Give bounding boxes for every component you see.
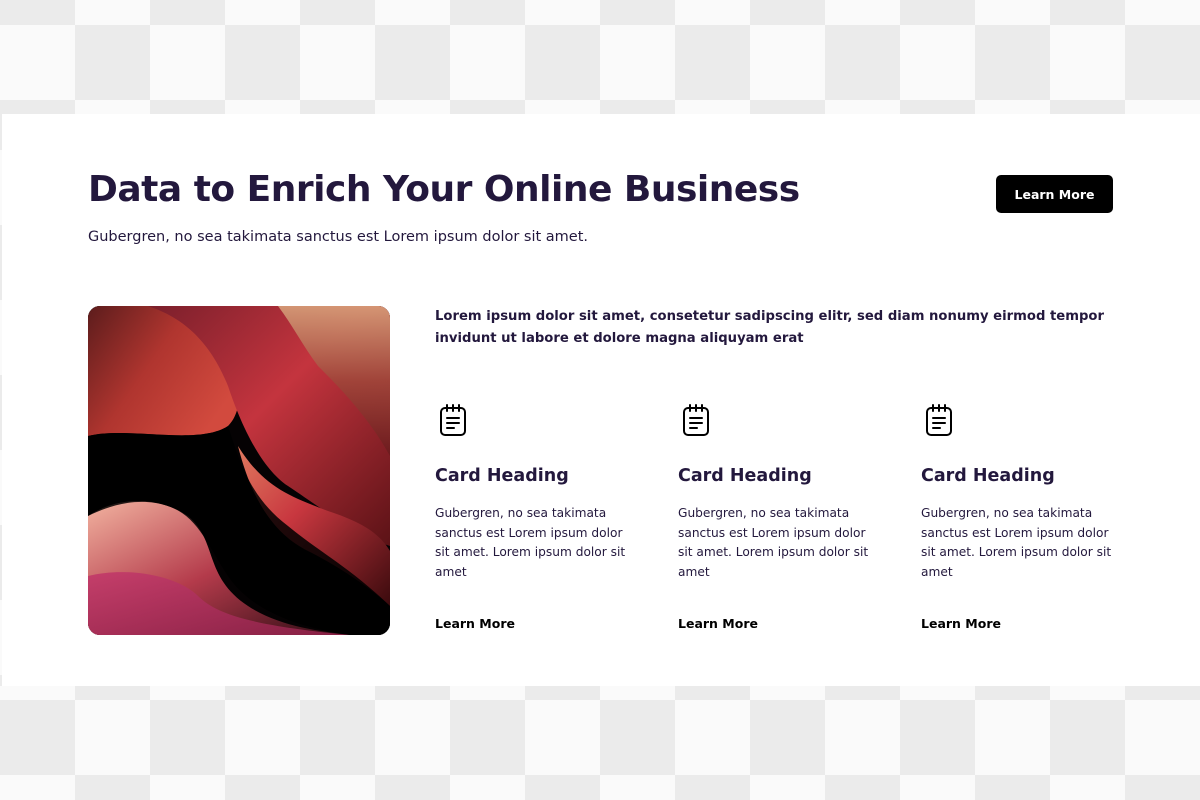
intro-text: Lorem ipsum dolor sit amet, consetetur s… (435, 309, 1104, 346)
learn-more-button[interactable]: Learn More (996, 175, 1113, 213)
page-title: Data to Enrich Your Online Business (88, 169, 800, 210)
card-learn-more-link[interactable]: Learn More (921, 615, 1001, 633)
notepad-icon (678, 402, 714, 438)
notepad-icon (921, 402, 957, 438)
card-heading: Card Heading (921, 466, 1055, 486)
card-text: Gubergren, no sea takimata sanctus est L… (921, 506, 1112, 580)
card-heading: Card Heading (435, 466, 569, 486)
card-text: Gubergren, no sea takimata sanctus est L… (678, 506, 869, 580)
feature-card: Card Heading Gubergren, no sea takimata … (678, 402, 878, 642)
card-learn-more-link[interactable]: Learn More (435, 615, 515, 633)
notepad-icon (435, 402, 471, 438)
card-text: Gubergren, no sea takimata sanctus est L… (435, 506, 626, 580)
abstract-gradient-image (88, 306, 390, 635)
card-heading: Card Heading (678, 466, 812, 486)
transparent-canvas-top (0, 0, 1200, 114)
feature-card: Card Heading Gubergren, no sea takimata … (435, 402, 635, 642)
feature-card: Card Heading Gubergren, no sea takimata … (921, 402, 1121, 642)
card-learn-more-link[interactable]: Learn More (678, 615, 758, 633)
page-subtitle: Gubergren, no sea takimata sanctus est L… (88, 229, 589, 245)
feature-section: Data to Enrich Your Online Business Gube… (2, 114, 1200, 686)
transparent-canvas-bottom (0, 686, 1200, 800)
